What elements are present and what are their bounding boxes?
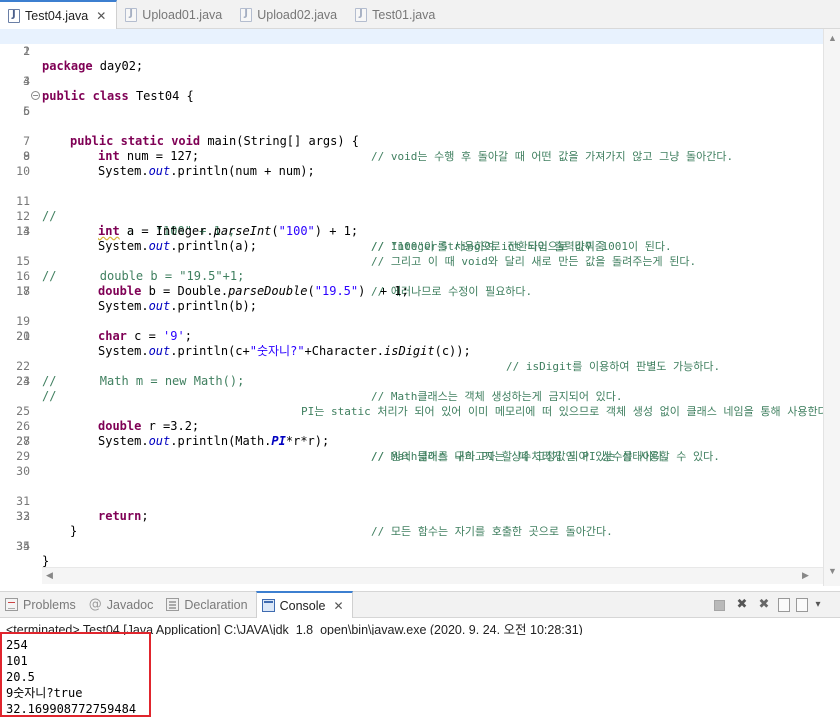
code-line[interactable]: 23 // PI는 static 처리가 되어 있어 이미 메모리에 떠 있으므…: [0, 359, 834, 418]
code-line[interactable]: 19 char c = '9';: [0, 299, 826, 343]
code-line[interactable]: 7 int num = 127;: [0, 119, 826, 163]
code-line[interactable]: 8 System.out.println(num + num);: [0, 134, 826, 178]
scroll-left-icon[interactable]: ◀: [46, 570, 53, 581]
code-line[interactable]: 6: [0, 104, 826, 119]
tab-label: Console: [279, 598, 326, 613]
line-number: 24: [16, 374, 30, 388]
code-line[interactable]: 30: [0, 464, 826, 479]
java-file-icon: [240, 7, 253, 22]
code-line[interactable]: 4: [0, 74, 826, 89]
line-number: 18: [16, 284, 30, 298]
tab-problems[interactable]: Problems: [0, 592, 84, 618]
code-line[interactable]: 32 }: [0, 494, 826, 538]
code-editor[interactable]: 1 package day02; 2 3 public class Test04…: [0, 29, 840, 586]
line-number: 6: [23, 104, 30, 118]
java-file-icon: [8, 9, 20, 23]
code-line[interactable]: 11 // int a = "100" + 1 ; // "100"이 Stri…: [0, 179, 826, 253]
code-line[interactable]: 18: [0, 284, 826, 299]
at-sign-icon: @: [88, 597, 102, 612]
line-number: 4: [23, 74, 30, 88]
code-line[interactable]: 10: [0, 164, 826, 179]
clear-console-icon[interactable]: [778, 598, 790, 612]
line-number: 9: [23, 149, 30, 163]
tab-javadoc[interactable]: @ Javadoc: [84, 592, 162, 618]
code-line[interactable]: 24: [0, 374, 826, 389]
code-text: }: [42, 554, 50, 568]
tab-declaration[interactable]: Declaration: [161, 592, 255, 618]
line-number: 35: [16, 539, 30, 553]
code-line[interactable]: 15 // double b = "19.5"+1; // 에러나므로 수정이 …: [0, 239, 826, 298]
tab-label: Javadoc: [106, 597, 154, 612]
close-icon[interactable]: ✕: [96, 9, 106, 23]
fold-toggle-icon[interactable]: −: [31, 91, 40, 100]
code-line[interactable]: 26 System.out.println(Math.PI*r*r); // 원…: [0, 404, 826, 463]
code-line[interactable]: 25 double r =3.2;: [0, 389, 826, 433]
editor-tab-label: Test04.java: [25, 9, 89, 23]
tab-label: Declaration: [184, 597, 248, 612]
code-line[interactable]: 31 return; // 모든 함수는 자기를 호출한 곳으로 돌아간다.: [0, 479, 826, 538]
output-highlight-box: [0, 632, 151, 717]
code-line[interactable]: 5 − public static void main(String[] arg…: [0, 89, 826, 163]
horizontal-scrollbar[interactable]: ◀ ▶: [42, 567, 823, 584]
scroll-down-icon[interactable]: ▼: [828, 566, 837, 576]
code-line[interactable]: 13 System.out.println(a); // 그리고 이 때 voi…: [0, 209, 826, 268]
code-line[interactable]: 35: [0, 539, 826, 554]
vertical-scrollbar[interactable]: ▲ ▼: [823, 29, 840, 586]
line-number: 29: [16, 449, 30, 463]
editor-tab-upload01[interactable]: Upload01.java: [117, 0, 232, 29]
tab-label: Problems: [23, 597, 76, 612]
editor-tab-bar: Test04.java ✕ Upload01.java Upload02.jav…: [0, 0, 840, 30]
declaration-icon: [166, 598, 180, 611]
line-number: 2: [23, 44, 30, 58]
editor-tab-upload02[interactable]: Upload02.java: [232, 0, 347, 29]
line-number: 14: [16, 224, 30, 238]
code-line[interactable]: 16 double b = Double.parseDouble("19.5")…: [0, 254, 826, 298]
chevron-down-icon[interactable]: ▾: [814, 597, 822, 613]
java-file-icon: [125, 7, 138, 22]
code-line[interactable]: 2: [0, 44, 826, 59]
console-toolbar: ✖ ✖ ▾: [706, 597, 822, 613]
code-line[interactable]: 34 }: [0, 524, 826, 568]
terminate-icon[interactable]: [714, 599, 725, 611]
line-number: 21: [16, 329, 30, 343]
code-line[interactable]: 28: [0, 434, 826, 449]
code-line[interactable]: 9: [0, 149, 826, 164]
editor-tab-label: Test01.java: [372, 7, 436, 22]
editor-tab-test01[interactable]: Test01.java: [347, 0, 445, 29]
code-line[interactable]: 17 System.out.println(b);: [0, 269, 826, 313]
code-line[interactable]: 22 // Math m = new Math(); // Math클래스는 객…: [0, 344, 826, 403]
remove-launch-icon[interactable]: ✖: [734, 597, 750, 613]
code-line[interactable]: 20 System.out.println(c+"숫자니?"+Character…: [0, 314, 826, 373]
code-line[interactable]: 29: [0, 449, 826, 464]
problems-icon: [5, 598, 18, 611]
scroll-up-icon[interactable]: ▲: [828, 33, 837, 43]
tab-console[interactable]: Console ✕: [255, 591, 353, 618]
line-number: 28: [16, 434, 30, 448]
code-line[interactable]: 1 package day02;: [0, 29, 826, 73]
line-number: 33: [16, 509, 30, 523]
close-icon[interactable]: ✕: [333, 599, 343, 613]
line-number: 30: [16, 464, 30, 478]
code-line[interactable]: 14: [0, 224, 826, 239]
editor-tab-test04[interactable]: Test04.java ✕: [0, 0, 118, 30]
code-line[interactable]: 12 int a = Integer.parseInt("100") + 1; …: [0, 194, 826, 253]
code-line[interactable]: 3 public class Test04 {: [0, 59, 826, 103]
editor-tab-label: Upload01.java: [142, 7, 223, 22]
scroll-right-icon[interactable]: ▶: [802, 570, 809, 581]
code-line[interactable]: 27 // Math클래스 내의 PI는 상수처리가 되어 있는 상태이다.: [0, 419, 826, 463]
remove-all-terminated-icon[interactable]: ✖: [756, 597, 772, 613]
line-number: 10: [16, 164, 30, 178]
java-file-icon: [355, 7, 368, 22]
code-line[interactable]: 21: [0, 329, 826, 344]
code-line[interactable]: 33: [0, 509, 826, 524]
scroll-lock-icon[interactable]: [796, 598, 808, 612]
editor-tab-label: Upload02.java: [257, 7, 338, 22]
console-icon: [261, 599, 275, 612]
